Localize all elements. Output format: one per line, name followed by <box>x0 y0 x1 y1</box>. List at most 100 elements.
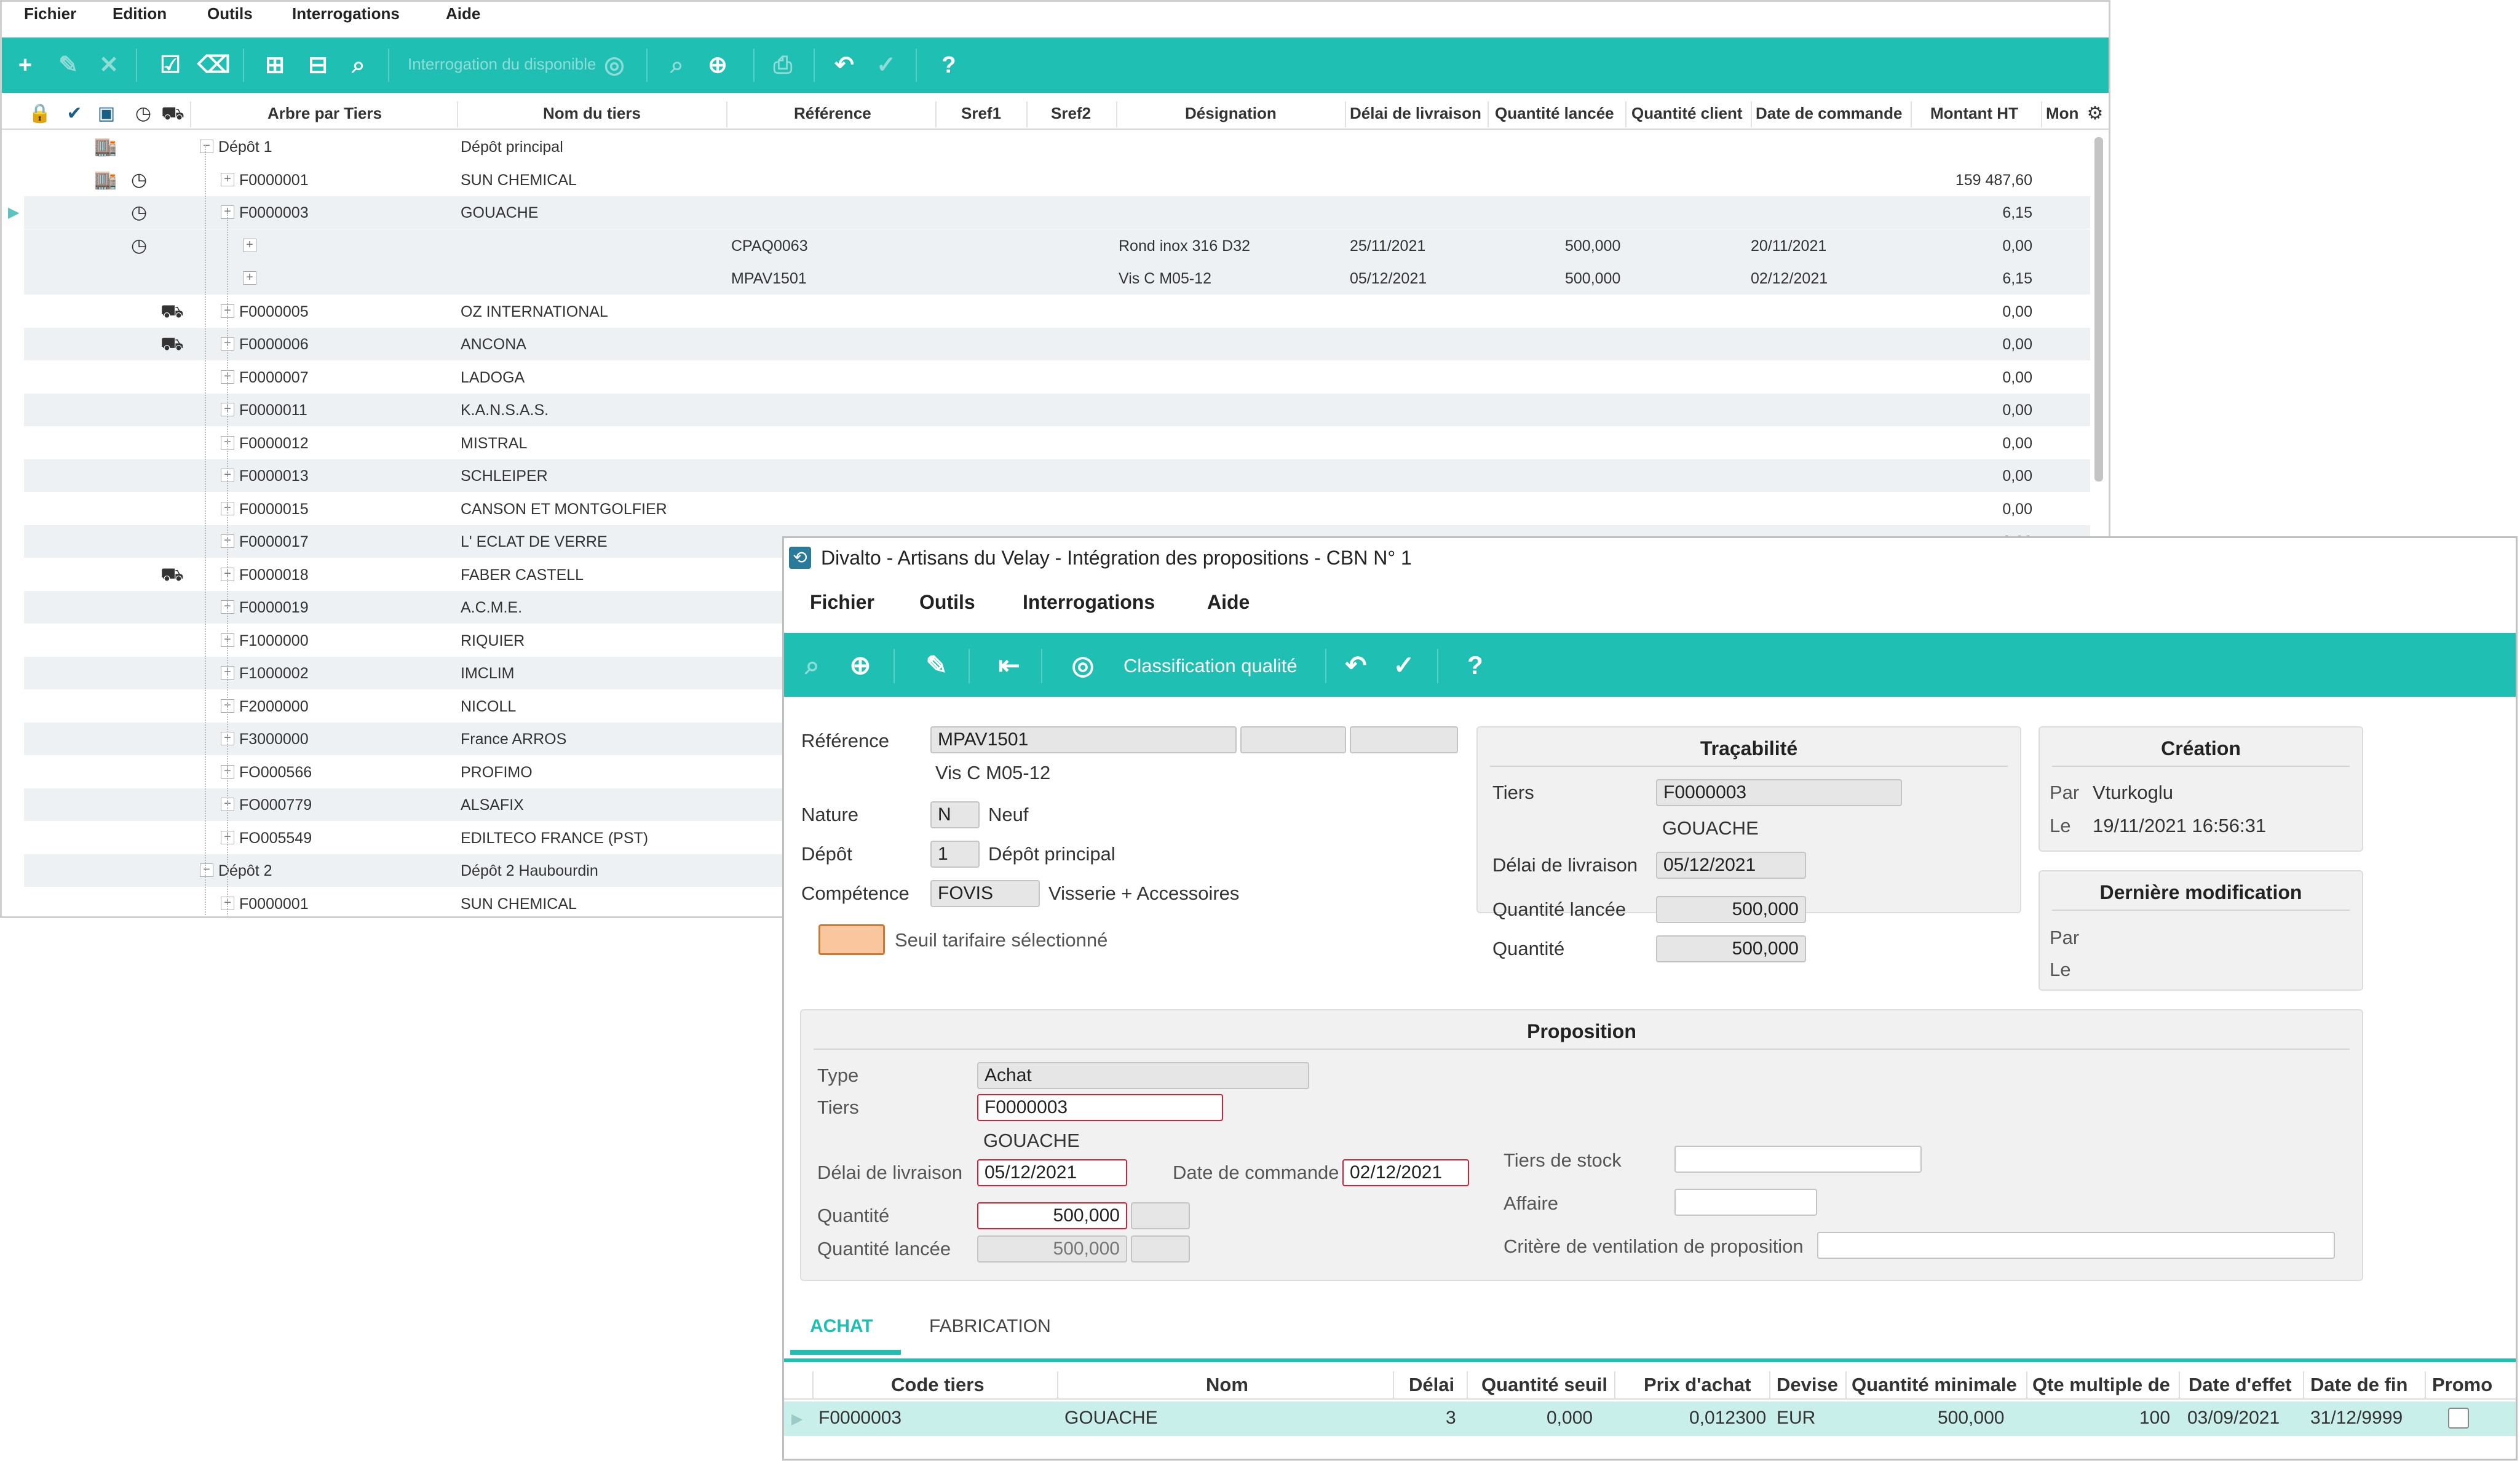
target-icon[interactable]: ◎ <box>1068 651 1098 680</box>
expand-all-icon[interactable]: ⊞ <box>260 51 290 79</box>
help-icon[interactable]: ? <box>1460 651 1490 680</box>
col-promo[interactable]: Promo <box>2432 1374 2492 1396</box>
col-sref2[interactable]: Sref2 <box>1051 104 1091 123</box>
col-devise[interactable]: Devise <box>1777 1374 1838 1396</box>
trac-delai-field[interactable]: 05/12/2021 <box>1656 852 1806 879</box>
prop-tiers-field[interactable]: F0000003 <box>977 1094 1223 1121</box>
check-box-icon[interactable]: ☑ <box>156 51 185 79</box>
competence-code-field[interactable]: FOVIS <box>930 880 1040 907</box>
trac-qte-lancee-field[interactable]: 500,000 <box>1656 896 1806 923</box>
eraser-icon[interactable]: ⌫ <box>197 51 231 79</box>
collapse-toggle-icon[interactable]: − <box>200 140 213 153</box>
tab-fabrication[interactable]: FABRICATION <box>929 1316 1051 1337</box>
menu-aide[interactable]: Aide <box>446 4 480 23</box>
promo-checkbox[interactable] <box>2448 1408 2469 1429</box>
validate-icon[interactable]: ✓ <box>1389 651 1419 680</box>
prop-affaire-field[interactable] <box>1674 1189 1817 1216</box>
grid-row[interactable]: + MPAV1501 Vis C M05-12 05/12/2021 500,000 02… <box>24 262 2090 295</box>
collapse-toggle-icon[interactable]: − <box>200 863 213 877</box>
grid-row[interactable]: + F0000013 SCHLEIPER 0,00 <box>24 459 2090 492</box>
prop-tiers-stock-field[interactable] <box>1674 1146 1922 1173</box>
dialog-menu-interrogations[interactable]: Interrogations <box>1023 591 1155 614</box>
col-qte-lancee[interactable]: Quantité lancée <box>1495 104 1614 123</box>
menu-outils[interactable]: Outils <box>207 4 253 23</box>
col-reference[interactable]: Référence <box>794 104 871 123</box>
col-quantite-seuil[interactable]: Quantité seuil <box>1481 1374 1607 1396</box>
col-delai[interactable]: Délai de livraison <box>1350 104 1481 123</box>
trac-tiers-field[interactable]: F0000003 <box>1656 779 1902 806</box>
prop-type-field[interactable]: Achat <box>977 1062 1309 1089</box>
col-code-tiers[interactable]: Code tiers <box>891 1374 985 1396</box>
grid-row[interactable]: + F0000006 ANCONA 0,00 ⛟ <box>24 328 2090 360</box>
interrogation-disponible-label[interactable]: Interrogation du disponible <box>408 55 596 74</box>
dialog-menu-fichier[interactable]: Fichier <box>810 591 874 614</box>
col-date-fin[interactable]: Date de fin <box>2310 1374 2407 1396</box>
col-qte-client[interactable]: Quantité client <box>1631 104 1743 123</box>
grid-row[interactable]: + CPAQ0063 Rond inox 316 D32 25/11/2021 500,… <box>24 229 2090 262</box>
search-list-icon[interactable]: ⌕ <box>344 51 373 79</box>
menu-fichier[interactable]: Fichier <box>24 4 76 23</box>
grid-row[interactable]: + F0000012 MISTRAL 0,00 <box>24 427 2090 459</box>
validate-icon[interactable]: ✓ <box>871 51 901 79</box>
grid-row[interactable]: + F0000007 LADOGA 0,00 <box>24 361 2090 394</box>
prop-critere-field[interactable] <box>1817 1232 2335 1259</box>
prop-qte-unit-field[interactable] <box>1131 1202 1190 1229</box>
help-icon[interactable]: ? <box>934 51 964 79</box>
zoom-search-icon[interactable]: ⊕ <box>846 651 875 680</box>
prop-qte-lancee-unit-field[interactable] <box>1131 1235 1190 1263</box>
pencil-icon[interactable]: ✎ <box>922 651 951 680</box>
col-nom-tiers[interactable]: Nom du tiers <box>543 104 641 123</box>
prop-qte-field[interactable]: 500,000 <box>977 1202 1127 1229</box>
add-icon[interactable]: + <box>10 51 40 79</box>
search-icon[interactable]: ⌕ <box>662 51 692 79</box>
tab-achat[interactable]: ACHAT <box>810 1316 873 1337</box>
table-row[interactable]: ▶ F0000003 GOUACHE 3 0,000 0,012300 EUR … <box>784 1402 2516 1436</box>
grid-row[interactable]: + F0000011 K.A.N.S.A.S. 0,00 <box>24 394 2090 426</box>
grid-row[interactable]: − Dépôt 1 Dépôt principal 🏬 <box>24 130 2090 163</box>
delete-icon[interactable]: ✕ <box>94 51 124 79</box>
dialog-menu-outils[interactable]: Outils <box>919 591 975 614</box>
col-prix-achat[interactable]: Prix d'achat <box>1644 1374 1751 1396</box>
col-quantite-minimale[interactable]: Quantité minimale <box>1852 1374 2017 1396</box>
menu-interrogations[interactable]: Interrogations <box>292 4 400 23</box>
grid-row[interactable]: + F0000005 OZ INTERNATIONAL 0,00 ⛟ <box>24 295 2090 328</box>
col-nom[interactable]: Nom <box>1206 1374 1248 1396</box>
print-icon[interactable]: ⎙ <box>768 51 798 79</box>
grid-row[interactable]: + F0000001 SUN CHEMICAL 159 487,60 🏬 ◷ <box>24 164 2090 196</box>
col-date-commande[interactable]: Date de commande <box>1756 104 1902 123</box>
dialog-menu-aide[interactable]: Aide <box>1207 591 1250 614</box>
col-sref1[interactable]: Sref1 <box>961 104 1001 123</box>
trac-qte-field[interactable]: 500,000 <box>1656 935 1806 962</box>
col-designation[interactable]: Désignation <box>1185 104 1277 123</box>
expand-toggle-icon[interactable]: + <box>221 173 234 186</box>
col-date-effet[interactable]: Date d'effet <box>2189 1374 2292 1396</box>
expand-toggle-icon[interactable]: + <box>243 271 256 285</box>
gear-icon[interactable]: ⚙ <box>2083 101 2107 126</box>
depot-code-field[interactable]: 1 <box>930 841 980 868</box>
zoom-search-icon[interactable]: ⊕ <box>703 51 732 79</box>
grid-row[interactable]: + F0000003 GOUACHE 6,15 ◷ <box>24 196 2090 229</box>
prop-delai-field[interactable]: 05/12/2021 <box>977 1159 1127 1186</box>
nature-code-field[interactable]: N <box>930 801 980 828</box>
target-icon[interactable]: ◎ <box>600 51 629 79</box>
edit-icon[interactable]: ✎ <box>53 51 83 79</box>
search-icon[interactable]: ⌕ <box>798 651 827 680</box>
menu-edition[interactable]: Edition <box>113 4 167 23</box>
classification-qualite-button[interactable]: Classification qualité <box>1123 655 1298 677</box>
col-delai[interactable]: Délai <box>1409 1374 1454 1396</box>
expand-toggle-icon[interactable]: + <box>243 239 256 252</box>
col-arbre[interactable]: Arbre par Tiers <box>267 104 382 123</box>
sref2-field[interactable] <box>1350 726 1458 753</box>
sref1-field[interactable] <box>1240 726 1346 753</box>
prop-datecmd-field[interactable]: 02/12/2021 <box>1342 1159 1469 1186</box>
col-montant[interactable]: Montant HT <box>1930 104 2018 123</box>
undo-icon[interactable]: ↶ <box>830 51 859 79</box>
grid-row[interactable]: + F0000015 CANSON ET MONTGOLFIER 0,00 <box>24 493 2090 525</box>
collapse-all-icon[interactable]: ⊟ <box>303 51 333 79</box>
prop-qte-lancee-field[interactable]: 500,000 <box>977 1235 1127 1263</box>
col-qte-multiple[interactable]: Qte multiple de <box>2032 1374 2170 1396</box>
undo-icon[interactable]: ↶ <box>1341 651 1371 680</box>
reference-field[interactable]: MPAV1501 <box>930 726 1237 753</box>
first-record-icon[interactable]: ⇤ <box>994 651 1024 680</box>
col-mon[interactable]: Mon <box>2046 104 2078 123</box>
